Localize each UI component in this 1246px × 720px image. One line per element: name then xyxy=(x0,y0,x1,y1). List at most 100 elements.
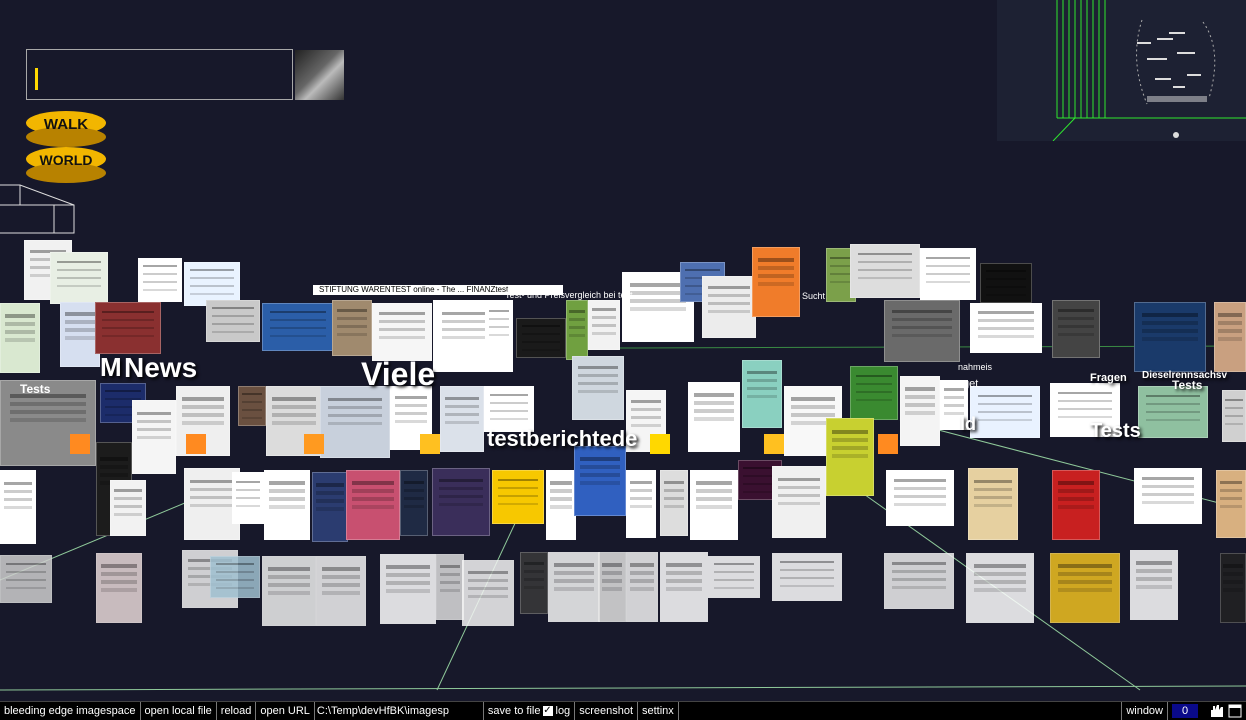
window-index[interactable]: 0 xyxy=(1172,704,1198,718)
image-thumbnail[interactable] xyxy=(0,555,52,603)
image-thumbnail[interactable] xyxy=(138,258,182,302)
open-local-file-button[interactable]: open local file xyxy=(141,702,217,720)
image-thumbnail[interactable] xyxy=(968,468,1018,540)
image-thumbnail[interactable] xyxy=(1130,550,1178,620)
image-thumbnail[interactable] xyxy=(626,470,656,538)
image-thumbnail[interactable] xyxy=(440,386,484,452)
open-url-button[interactable]: open URL xyxy=(256,702,315,720)
window-icon[interactable] xyxy=(1228,704,1242,718)
image-thumbnail[interactable] xyxy=(566,300,588,360)
image-thumbnail[interactable] xyxy=(886,470,954,526)
image-thumbnail[interactable] xyxy=(742,360,782,428)
word-news[interactable]: News xyxy=(124,352,197,384)
image-thumbnail[interactable] xyxy=(574,446,626,516)
walk-world-logo[interactable]: WALK WORLD xyxy=(25,107,107,185)
image-thumbnail[interactable] xyxy=(752,247,800,317)
image-thumbnail[interactable] xyxy=(850,244,920,298)
image-thumbnail[interactable] xyxy=(50,252,108,304)
image-thumbnail[interactable] xyxy=(1138,386,1208,438)
image-thumbnail[interactable] xyxy=(970,386,1040,438)
path-field[interactable]: C:\Temp\devHfBK\imagesp xyxy=(315,702,484,720)
window-button[interactable]: window xyxy=(1121,702,1168,720)
image-thumbnail[interactable] xyxy=(1134,468,1202,524)
reload-button[interactable]: reload xyxy=(217,702,257,720)
image-thumbnail[interactable] xyxy=(660,552,708,622)
settings-button[interactable]: settinx xyxy=(638,702,679,720)
image-thumbnail[interactable] xyxy=(572,356,624,420)
image-thumbnail[interactable] xyxy=(1050,553,1120,623)
image-thumbnail[interactable] xyxy=(372,303,432,361)
image-thumbnail[interactable] xyxy=(884,553,954,609)
image-thumbnail[interactable] xyxy=(1222,390,1246,442)
image-thumbnail[interactable] xyxy=(312,472,348,542)
wireframe-cube[interactable] xyxy=(0,183,76,235)
image-thumbnail[interactable] xyxy=(332,300,372,356)
image-thumbnail[interactable] xyxy=(772,553,842,601)
word-m[interactable]: M xyxy=(100,352,122,383)
image-thumbnail[interactable] xyxy=(1216,470,1246,538)
image-thumbnail[interactable] xyxy=(95,302,161,354)
word-dieselrennsachsv[interactable]: Dieselrennsachsv xyxy=(1142,370,1227,381)
image-thumbnail[interactable] xyxy=(708,556,760,598)
image-thumbnail[interactable] xyxy=(626,552,658,622)
word-testberichte[interactable]: testberichtede xyxy=(487,426,637,452)
image-thumbnail[interactable] xyxy=(660,470,688,536)
image-thumbnail[interactable] xyxy=(520,552,548,614)
image-thumbnail[interactable] xyxy=(264,470,310,540)
image-thumbnail[interactable] xyxy=(232,472,264,524)
image-thumbnail[interactable] xyxy=(485,303,513,347)
overview-minimap[interactable] xyxy=(997,0,1246,142)
image-thumbnail[interactable] xyxy=(900,376,940,446)
image-thumbnail[interactable] xyxy=(1134,302,1206,372)
image-thumbnail[interactable] xyxy=(132,400,176,474)
image-thumbnail[interactable] xyxy=(400,470,428,536)
image-thumbnail[interactable] xyxy=(262,303,334,351)
image-thumbnail[interactable] xyxy=(60,302,100,367)
image-thumbnail[interactable] xyxy=(320,386,390,458)
image-thumbnail[interactable] xyxy=(970,303,1042,353)
search-icon[interactable] xyxy=(295,50,344,100)
image-thumbnail[interactable] xyxy=(516,318,566,358)
image-thumbnail[interactable] xyxy=(432,468,490,536)
image-thumbnail[interactable] xyxy=(238,386,266,426)
image-thumbnail[interactable] xyxy=(492,470,544,524)
image-thumbnail[interactable] xyxy=(1220,553,1246,623)
image-thumbnail[interactable] xyxy=(1214,302,1246,372)
image-thumbnail[interactable] xyxy=(588,300,620,350)
image-thumbnail[interactable] xyxy=(110,480,146,536)
image-thumbnail[interactable] xyxy=(772,466,826,538)
image-thumbnail[interactable] xyxy=(436,554,464,620)
image-thumbnail[interactable] xyxy=(210,556,260,598)
screenshot-button[interactable]: screenshot xyxy=(575,702,638,720)
word-tests[interactable]: Tests xyxy=(1090,420,1141,443)
image-thumbnail[interactable] xyxy=(920,248,976,300)
image-thumbnail[interactable] xyxy=(0,470,36,544)
image-thumbnail[interactable] xyxy=(884,300,960,362)
word-viele[interactable]: Viele xyxy=(361,356,435,393)
image-thumbnail[interactable] xyxy=(0,303,40,373)
image-thumbnail[interactable] xyxy=(262,556,316,626)
image-thumbnail[interactable] xyxy=(316,556,366,626)
image-thumbnail[interactable] xyxy=(702,276,756,338)
checkbox-icon[interactable]: ✓ xyxy=(542,706,553,717)
hand-icon[interactable] xyxy=(1208,704,1226,718)
image-thumbnail[interactable] xyxy=(826,418,874,496)
image-thumbnail[interactable] xyxy=(546,470,576,540)
search-input[interactable] xyxy=(26,49,293,100)
save-to-file-toggle[interactable]: save to file ✓ log xyxy=(484,702,576,720)
image-thumbnail[interactable] xyxy=(206,300,260,342)
image-thumbnail[interactable] xyxy=(346,470,400,540)
image-thumbnail[interactable] xyxy=(548,552,600,622)
image-thumbnail[interactable] xyxy=(380,554,436,624)
image-thumbnail[interactable] xyxy=(1052,470,1100,540)
word-fragen[interactable]: Fragen xyxy=(1090,372,1127,384)
image-thumbnail[interactable] xyxy=(966,553,1034,623)
image-thumbnail[interactable] xyxy=(850,366,898,420)
image-thumbnail[interactable] xyxy=(96,553,142,623)
image-thumbnail[interactable] xyxy=(1052,300,1100,358)
image-thumbnail[interactable] xyxy=(690,470,738,540)
image-thumbnail[interactable] xyxy=(598,552,626,622)
image-thumbnail[interactable] xyxy=(980,263,1032,303)
image-thumbnail[interactable] xyxy=(688,382,740,452)
image-thumbnail[interactable] xyxy=(462,560,514,626)
